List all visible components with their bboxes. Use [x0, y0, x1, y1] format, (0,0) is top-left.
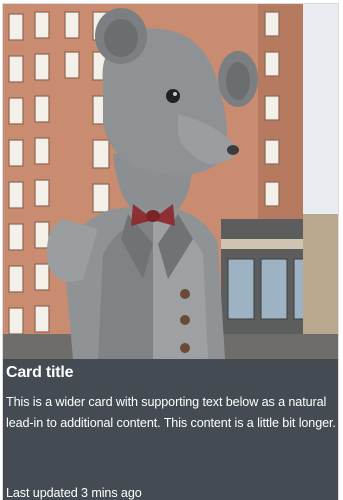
last-updated-text: Last updated 3 mins ago [6, 486, 142, 500]
card-title: Card title [6, 364, 74, 381]
card-body: Card title This is a wider card with sup… [6, 364, 336, 434]
card-image [3, 4, 338, 359]
card-text: This is a wider card with supporting tex… [6, 395, 336, 430]
card: Card title This is a wider card with sup… [2, 3, 339, 500]
